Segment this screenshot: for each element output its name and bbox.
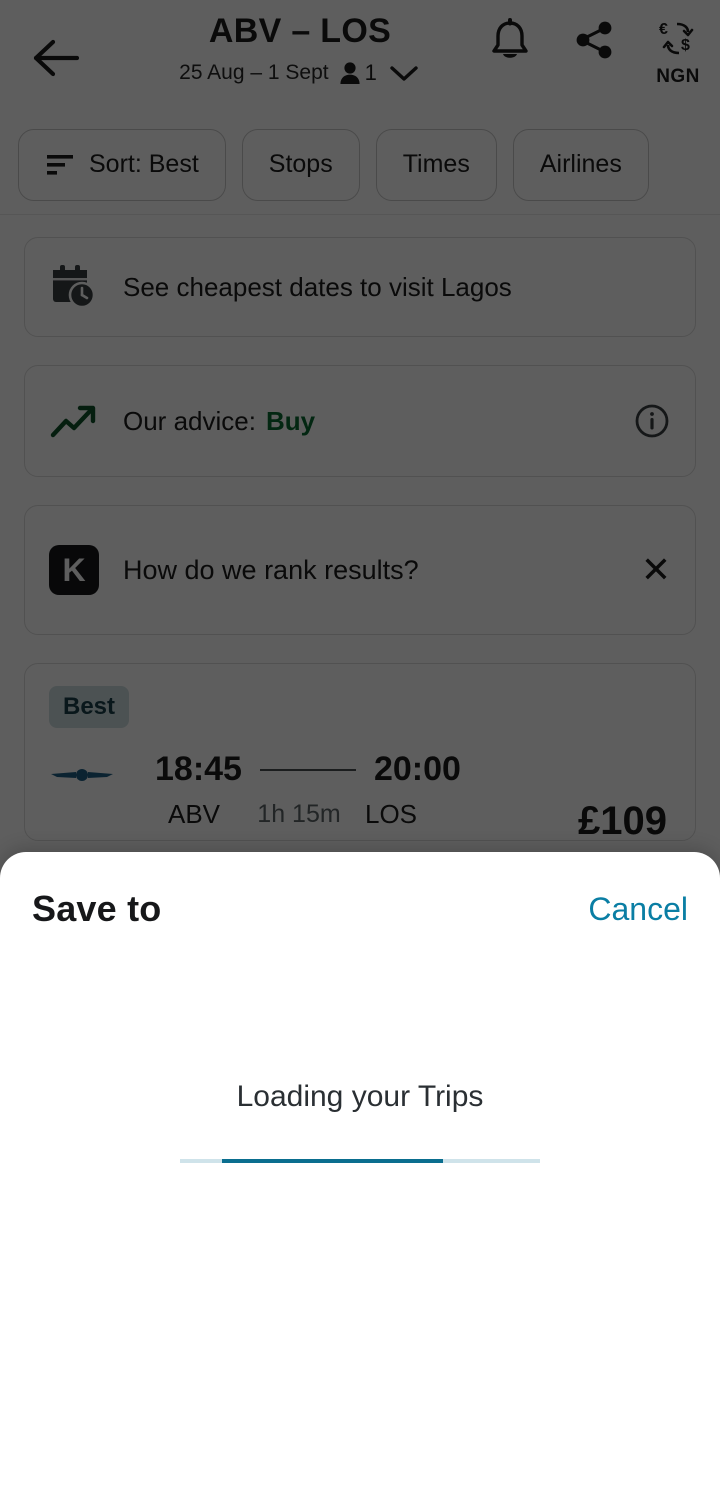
loading-progress-indicator xyxy=(221,1159,444,1163)
sheet-header: Save to Cancel xyxy=(32,888,688,930)
sheet-body: Loading your Trips xyxy=(32,1080,688,1163)
app-screen: ABV – LOS 25 Aug – 1 Sept 1 xyxy=(0,0,720,1507)
loading-progress-bar xyxy=(180,1159,540,1163)
save-to-bottom-sheet: Save to Cancel Loading your Trips xyxy=(0,852,720,1507)
loading-label: Loading your Trips xyxy=(236,1080,484,1113)
cancel-button[interactable]: Cancel xyxy=(588,891,688,928)
sheet-title: Save to xyxy=(32,888,162,929)
